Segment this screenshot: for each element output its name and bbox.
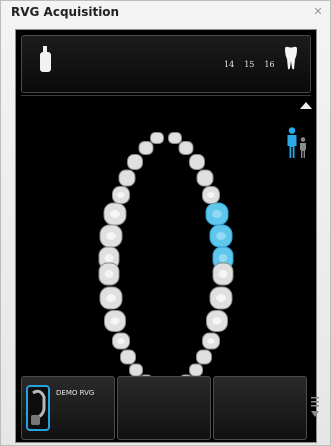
- tooth-highlight: [218, 270, 228, 278]
- tooth-number-label: 16: [264, 60, 275, 69]
- sensor-slot-demo-rvg[interactable]: DEMO RVG: [21, 376, 115, 440]
- header-divider: [21, 95, 311, 96]
- tooth-27[interactable]: [129, 363, 143, 377]
- window-title: RVG Acquisition: [11, 5, 120, 19]
- tooth-highlight: [117, 338, 125, 344]
- tooth-highlight: [104, 270, 114, 278]
- rvg-sensor-icon: [26, 385, 50, 431]
- dental-arch-chart[interactable]: [96, 126, 236, 398]
- molar-tooth-icon[interactable]: [284, 46, 298, 70]
- tooth-selection-header: 14 15 16: [21, 35, 311, 93]
- tooth-highlight: [106, 294, 116, 302]
- tooth-highlight: [212, 317, 222, 325]
- tooth-highlight: [106, 232, 116, 240]
- tooth-12[interactable]: [196, 169, 214, 187]
- tooth-number-label: 15: [244, 60, 255, 69]
- tooth-11[interactable]: [189, 154, 205, 170]
- tooth-7[interactable]: [138, 141, 154, 155]
- tooth-highlight: [212, 210, 222, 218]
- tooth-10[interactable]: [178, 141, 194, 155]
- scroll-down-icon[interactable]: [309, 394, 321, 424]
- acquisition-panel: 14 15 16 DEMO RVG: [15, 29, 319, 443]
- tooth-highlight: [110, 317, 120, 325]
- rvg-acquisition-window: RVG Acquisition ✕ 14 15 16 DEMO RVG: [0, 0, 331, 446]
- tooth-21[interactable]: [196, 349, 212, 365]
- sensor-slot-label: DEMO RVG: [56, 389, 95, 397]
- tooth-highlight: [117, 191, 125, 199]
- title-bar: RVG Acquisition ✕: [1, 1, 330, 25]
- tooth-highlight: [216, 294, 226, 302]
- sensor-icon[interactable]: [38, 46, 54, 74]
- tooth-6[interactable]: [127, 154, 143, 170]
- person-icon[interactable]: [286, 127, 308, 159]
- tooth-number-label: 14: [224, 60, 235, 69]
- tooth-9[interactable]: [168, 132, 182, 144]
- sensor-slot-empty[interactable]: [117, 376, 211, 440]
- selected-tooth-numbers: 14 15 16: [224, 60, 275, 69]
- close-icon[interactable]: ✕: [312, 6, 324, 18]
- sensor-slot-empty[interactable]: [213, 376, 307, 440]
- tooth-8[interactable]: [150, 132, 164, 144]
- tooth-28[interactable]: [120, 349, 136, 365]
- tooth-22[interactable]: [189, 363, 203, 377]
- tooth-highlight: [207, 338, 215, 344]
- sensor-slots: DEMO RVG: [21, 376, 319, 440]
- tooth-5[interactable]: [118, 169, 136, 187]
- up-arrow-icon[interactable]: [300, 102, 312, 109]
- tooth-highlight: [207, 191, 215, 199]
- tooth-highlight: [110, 210, 120, 218]
- tooth-highlight: [218, 254, 228, 262]
- tooth-highlight: [104, 254, 114, 262]
- tooth-highlight: [216, 232, 226, 240]
